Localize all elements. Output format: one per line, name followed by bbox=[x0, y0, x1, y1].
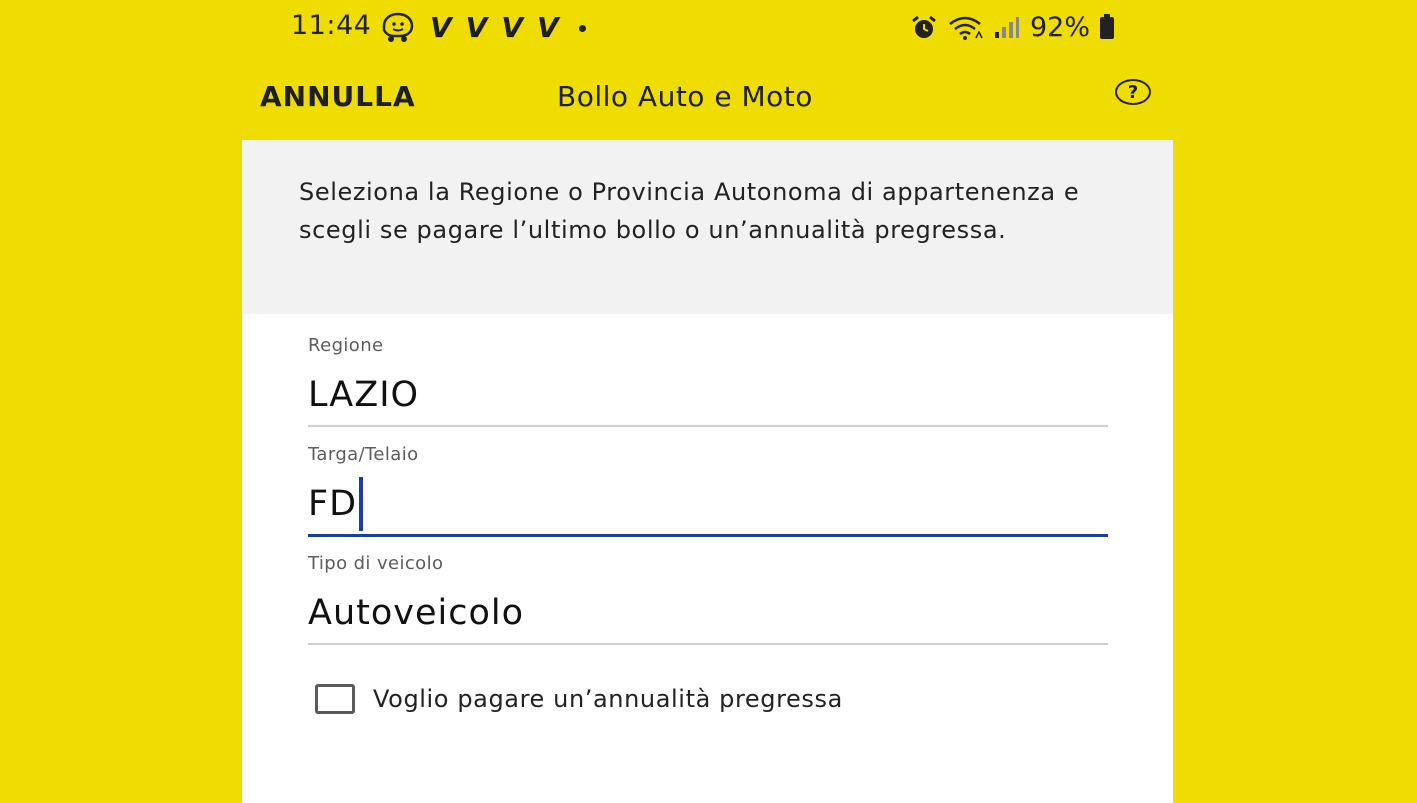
wifi-icon bbox=[949, 16, 983, 40]
waze-icon bbox=[382, 12, 414, 42]
past-year-option[interactable]: Voglio pagare un’annualità pregressa bbox=[315, 684, 843, 714]
cancel-button[interactable]: ANNULLA bbox=[260, 80, 416, 113]
alarm-icon bbox=[912, 15, 936, 38]
app-header: ANNULLA Bollo Auto e Moto ? bbox=[0, 60, 1417, 132]
vehicle-type-select[interactable]: Tipo di veicolo Autoveicolo bbox=[308, 553, 1108, 645]
region-value: LAZIO bbox=[308, 375, 420, 415]
past-year-checkbox[interactable] bbox=[315, 684, 355, 714]
vehicle-type-label: Tipo di veicolo bbox=[308, 553, 444, 574]
status-time: 11:44 bbox=[291, 10, 372, 41]
v-app-icon: V bbox=[465, 11, 488, 44]
plate-field[interactable]: Targa/Telaio FD bbox=[308, 444, 1108, 537]
plate-value: FD bbox=[308, 484, 358, 524]
region-label: Regione bbox=[308, 335, 384, 356]
battery-level: 92% bbox=[1030, 12, 1091, 43]
vehicle-type-underline bbox=[308, 643, 1108, 645]
intro-text: Seleziona la Regione o Provincia Autonom… bbox=[299, 178, 1080, 244]
page-title: Bollo Auto e Moto bbox=[557, 80, 813, 113]
signal-icon bbox=[995, 16, 1019, 38]
status-notification-icons: V V V V bbox=[380, 12, 586, 44]
battery-icon bbox=[1100, 13, 1115, 39]
past-year-label: Voglio pagare un’annualità pregressa bbox=[373, 685, 843, 713]
plate-underline bbox=[308, 534, 1108, 537]
v-app-icon: V bbox=[501, 11, 524, 44]
status-bar: 11:44 V V V V 92% bbox=[0, 0, 1417, 56]
v-app-icon: V bbox=[430, 11, 452, 44]
help-circle-icon[interactable]: ? bbox=[1115, 79, 1151, 105]
plate-input[interactable]: FD bbox=[308, 477, 1108, 531]
status-system-icons: 92% bbox=[910, 12, 1115, 43]
vehicle-type-value: Autoveicolo bbox=[308, 593, 525, 633]
form-panel: Seleziona la Regione o Provincia Autonom… bbox=[242, 140, 1173, 803]
plate-label: Targa/Telaio bbox=[308, 444, 419, 465]
notification-dot-icon bbox=[578, 24, 586, 32]
v-app-icon: V bbox=[537, 11, 559, 44]
region-underline bbox=[308, 425, 1108, 427]
region-select[interactable]: Regione LAZIO bbox=[308, 335, 1108, 427]
intro-box: Seleziona la Regione o Provincia Autonom… bbox=[242, 140, 1173, 314]
text-cursor bbox=[359, 477, 364, 531]
